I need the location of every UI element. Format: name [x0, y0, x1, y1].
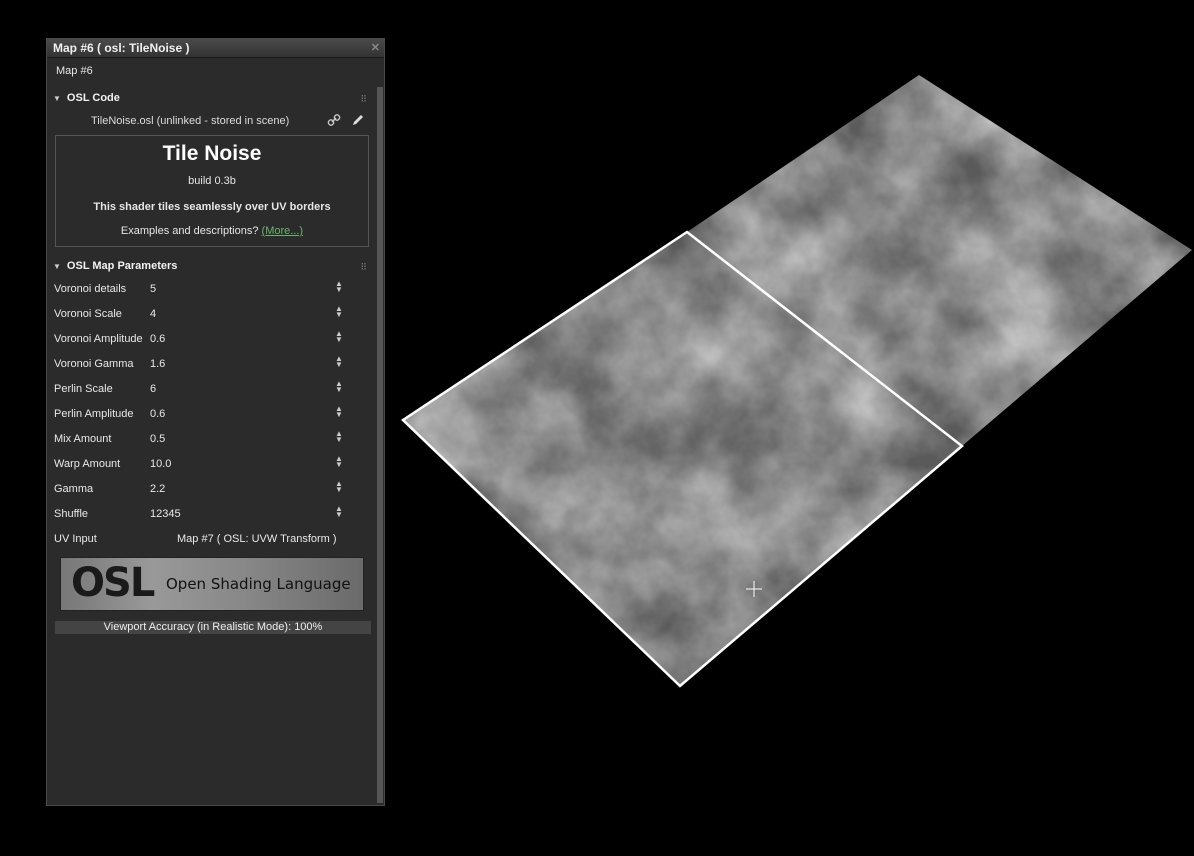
param-row: Gamma 2.2 ▲ ▼ [47, 479, 367, 504]
noise-plane-selected[interactable] [395, 60, 1194, 700]
viewport-accuracy-bar: Viewport Accuracy (in Realistic Mode): 1… [55, 621, 371, 634]
osl-logo: OSL [71, 560, 155, 606]
param-list: Voronoi details 5 ▲ ▼ Voronoi Scale 4 ▲ ▼ Voro… [47, 279, 367, 554]
spinner-icon[interactable]: ▲ ▼ [335, 505, 343, 519]
shader-description: This shader tiles seamlessly over UV bor… [93, 201, 331, 213]
param-value-field[interactable]: 0.6 [150, 408, 165, 420]
osl-code-rollout-header[interactable]: ▼ OSL Code [53, 92, 120, 104]
map-name-label[interactable]: Map #6 [56, 65, 93, 77]
link-icon[interactable] [327, 113, 341, 127]
param-label: Voronoi Scale [54, 308, 122, 320]
rollout-grip-icon[interactable]: ⠿ [360, 94, 367, 105]
param-row: Voronoi Gamma 1.6 ▲ ▼ [47, 354, 367, 379]
shader-title: Tile Noise [162, 142, 262, 165]
param-value-field[interactable]: 12345 [150, 508, 181, 520]
uv-input-row: UV Input Map #7 ( OSL: UVW Transform ) [47, 529, 367, 554]
shader-build: build 0.3b [188, 175, 236, 187]
param-row: Shuffle 12345 ▲ ▼ [47, 504, 367, 529]
spinner-icon[interactable]: ▲ ▼ [335, 355, 343, 369]
examples-line: Examples and descriptions? (More...) [56, 225, 368, 237]
param-row: Voronoi Scale 4 ▲ ▼ [47, 304, 367, 329]
param-label: Mix Amount [54, 433, 112, 445]
param-row: Perlin Amplitude 0.6 ▲ ▼ [47, 404, 367, 429]
spinner-icon[interactable]: ▲ ▼ [335, 330, 343, 344]
param-label: Voronoi Amplitude [54, 333, 143, 345]
panel-titlebar[interactable]: Map #6 ( osl: TileNoise ) ✕ [47, 39, 384, 58]
material-editor-panel: Map #6 ( osl: TileNoise ) ✕ Map #6 ▼ OSL … [46, 38, 385, 806]
scrollbar-thumb[interactable] [377, 87, 383, 803]
param-row: Mix Amount 0.5 ▲ ▼ [47, 429, 367, 454]
collapse-triangle-icon: ▼ [53, 262, 61, 271]
spinner-icon[interactable]: ▲ ▼ [335, 380, 343, 394]
param-value-field[interactable]: 2.2 [150, 483, 165, 495]
param-value-field[interactable]: 10.0 [150, 458, 171, 470]
panel-title: Map #6 ( osl: TileNoise ) [53, 41, 190, 55]
spinner-icon[interactable]: ▲ ▼ [335, 405, 343, 419]
param-value-field[interactable]: 0.6 [150, 333, 165, 345]
panel-scrollbar[interactable] [377, 87, 383, 803]
param-value-field[interactable]: 1.6 [150, 358, 165, 370]
param-value-field[interactable]: 0.5 [150, 433, 165, 445]
osl-banner-text: Open Shading Language [166, 575, 351, 593]
spinner-icon[interactable]: ▲ ▼ [335, 305, 343, 319]
more-link[interactable]: (More...) [262, 225, 304, 237]
spinner-icon[interactable]: ▲ ▼ [335, 430, 343, 444]
spinner-icon[interactable]: ▲ ▼ [335, 455, 343, 469]
param-label: Gamma [54, 483, 94, 495]
pencil-icon[interactable] [351, 113, 365, 127]
param-row: Voronoi Amplitude 0.6 ▲ ▼ [47, 329, 367, 354]
spinner-icon[interactable]: ▲ ▼ [335, 280, 343, 294]
shader-info-box: Tile Noise build 0.3b This shader tiles … [55, 135, 369, 247]
uv-input-map-button[interactable]: Map #7 ( OSL: UVW Transform ) [177, 533, 337, 545]
uv-input-label: UV Input [54, 533, 97, 545]
osl-banner-image: OSL Open Shading Language [60, 557, 364, 611]
param-value-field[interactable]: 5 [150, 283, 156, 295]
close-icon[interactable]: ✕ [371, 39, 380, 57]
collapse-triangle-icon: ▼ [53, 94, 61, 103]
param-row: Warp Amount 10.0 ▲ ▼ [47, 454, 367, 479]
osl-params-rollout-header[interactable]: ▼ OSL Map Parameters [53, 260, 177, 272]
3d-viewport[interactable] [395, 60, 1194, 700]
param-row: Perlin Scale 6 ▲ ▼ [47, 379, 367, 404]
examples-text: Examples and descriptions? [120, 225, 262, 237]
param-value-field[interactable]: 6 [150, 383, 156, 395]
param-label: Warp Amount [54, 458, 121, 470]
param-label: Shuffle [54, 508, 89, 520]
spinner-icon[interactable]: ▲ ▼ [335, 480, 343, 494]
param-label: Voronoi Gamma [54, 358, 134, 370]
param-value-field[interactable]: 4 [150, 308, 156, 320]
param-label: Voronoi details [54, 283, 127, 295]
param-label: Perlin Amplitude [54, 408, 134, 420]
param-label: Perlin Scale [54, 383, 113, 395]
osl-file-name: TileNoise.osl (unlinked - stored in scen… [91, 115, 290, 127]
param-row: Voronoi details 5 ▲ ▼ [47, 279, 367, 304]
rollout-grip-icon[interactable]: ⠿ [360, 262, 367, 273]
